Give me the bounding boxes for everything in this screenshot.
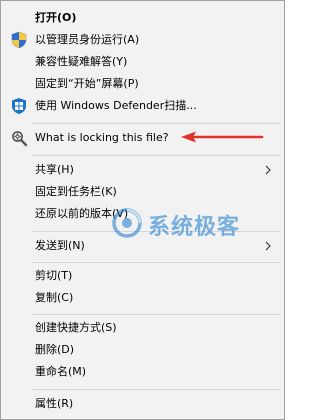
watermark-logo-icon [112,208,142,238]
menu-item-label: 重命名(M) [35,365,87,378]
windows-defender-icon [10,97,28,115]
menu-item-pin-to-start[interactable]: 固定到“开始”屏幕(P) [4,73,281,95]
chevron-right-icon [263,165,273,175]
menu-item-label: 兼容性疑难解答(Y) [35,55,128,68]
menu-item-label: 共享(H) [35,163,74,176]
menu-item-label: What is locking this file? [35,131,169,144]
menu-separator [31,314,280,315]
watermark: 系统极客 [110,206,260,240]
menu-item-label: 使用 Windows Defender扫描... [35,99,197,112]
menu-separator [31,262,280,263]
watermark-text: 系统极客 [148,215,241,240]
magnifier-gear-icon [10,129,28,147]
menu-item-label: 复制(C) [35,291,74,304]
menu-item-open[interactable]: 打开(O) [4,7,281,29]
menu-item-label: 创建快捷方式(S) [35,321,117,334]
uac-shield-icon [10,31,28,49]
menu-separator [31,389,280,390]
menu-item-rename[interactable]: 重命名(M) [4,361,281,383]
menu-item-run-as-admin[interactable]: 以管理员身份运行(A) [4,29,281,51]
menu-item-create-shortcut[interactable]: 创建快捷方式(S) [4,317,281,339]
menu-item-troubleshoot-compatibility[interactable]: 兼容性疑难解答(Y) [4,51,281,73]
menu-item-cut[interactable]: 剪切(T) [4,265,281,287]
menu-item-label: 固定到任务栏(K) [35,185,117,198]
menu-item-label: 打开(O) [35,11,77,24]
menu-separator [31,123,280,124]
menu-item-label: 以管理员身份运行(A) [35,33,140,46]
menu-item-label: 剪切(T) [35,269,73,282]
menu-item-pin-to-taskbar[interactable]: 固定到任务栏(K) [4,181,281,203]
menu-item-share[interactable]: 共享(H) [4,159,281,181]
chevron-right-icon [263,241,273,251]
menu-separator [31,155,280,156]
menu-item-delete[interactable]: 删除(D) [4,339,281,361]
red-arrow-pointer [181,131,264,143]
menu-item-label: 属性(R) [35,397,74,410]
menu-item-properties[interactable]: 属性(R) [4,393,281,415]
menu-item-copy[interactable]: 复制(C) [4,287,281,309]
menu-item-label: 删除(D) [35,343,75,356]
menu-item-label: 固定到“开始”屏幕(P) [35,77,139,90]
menu-item-label: 发送到(N) [35,239,85,252]
menu-item-defender-scan[interactable]: 使用 Windows Defender扫描... [4,95,281,117]
